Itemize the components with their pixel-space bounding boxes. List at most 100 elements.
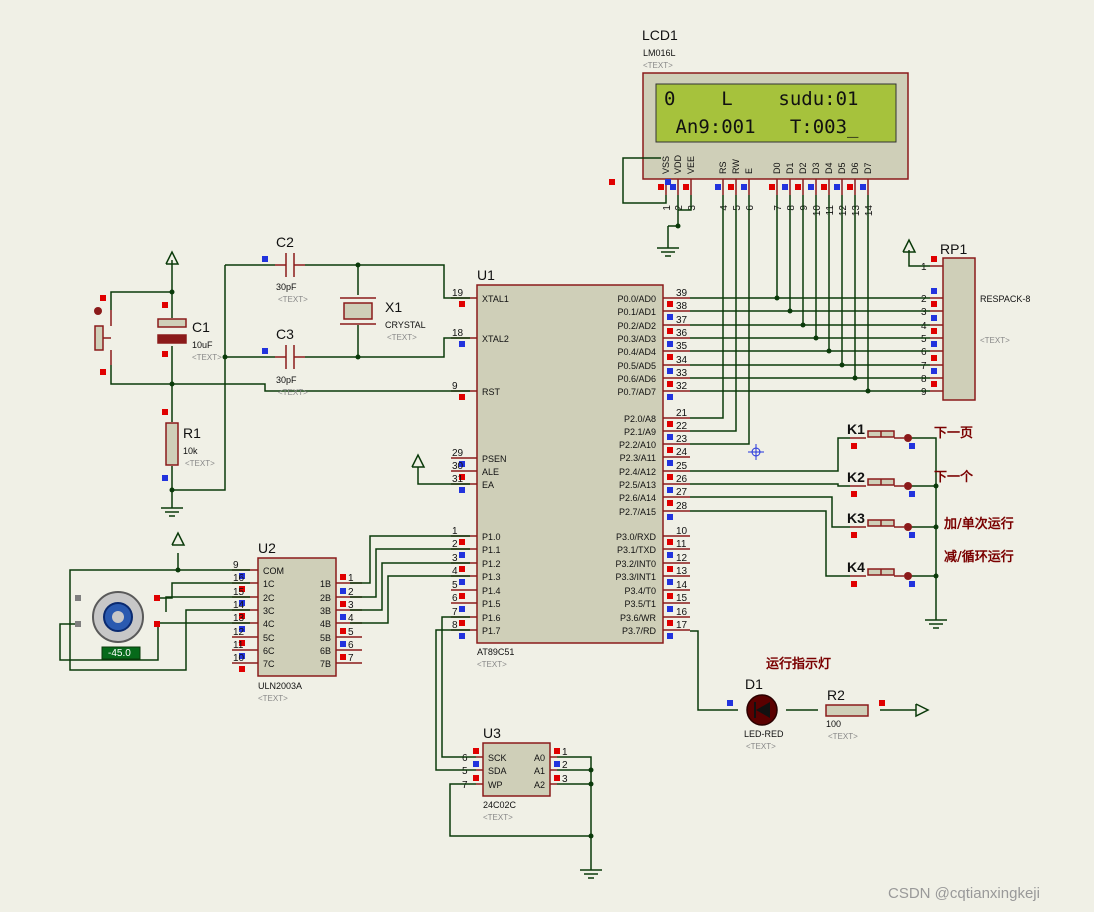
cursor-crosshair-icon [748,444,764,460]
r1-value: 10k [183,446,198,456]
reset-switch[interactable] [94,307,112,365]
lcd1-pin-name: D1 [785,162,795,174]
lcd1-text: <TEXT> [643,61,673,70]
u3-pin-name: SDA [488,766,507,776]
lcd1-pin-name: D4 [824,162,834,174]
u2-text: <TEXT> [258,694,288,703]
rp1-pin-number: 4 [921,321,927,332]
u1-pin-marker [459,341,465,347]
rp1-body [942,257,976,401]
lcd1-pin-name: RW [731,159,741,174]
rp1-pin-marker [931,368,937,374]
c2-capacitor[interactable]: C2 30pF <TEXT> [275,234,308,304]
u1-pin-number: 36 [676,328,688,339]
u1-pin-marker [667,394,673,400]
key-k2[interactable]: K2 下一个 [847,469,974,497]
u2-pin-name: 1C [263,579,275,589]
key-k4[interactable]: K4 减/循环运行 [847,549,1014,587]
pin-marker [75,595,81,601]
stepper-motor[interactable]: -45.0 [92,591,144,660]
u1-pin-name: P2.5/A13 [619,480,656,490]
lcd1-pin-number: 5 [732,205,743,211]
c3-ref: C3 [276,326,294,342]
u2-pin-name: 5B [320,633,331,643]
lcd1-pin-marker [715,184,721,190]
u1-pin-name: PSEN [482,454,507,464]
key-pin-marker [851,532,857,538]
u1-pin-name: RST [482,387,501,397]
key-k1[interactable]: K1 下一页 [847,421,973,449]
watermark: CSDN @cqtianxingkeji [888,885,1040,902]
lcd1-pin-number: 13 [851,205,862,217]
u3-24c02c[interactable]: U3 24C02C <TEXT> 6 SCK5 SDA7 WP1A02A13A2 [462,725,568,822]
u2-pin-name: 1B [320,579,331,589]
key-k3[interactable]: K3 加/单次运行 [847,510,1014,538]
u1-pin-name: P0.7/AD7 [617,387,656,397]
rp1-pins: 1 2 3 4 5 6 7 8 9 [921,256,943,398]
u1-pin-name: P1.2 [482,559,501,569]
u1-pin-marker [667,474,673,480]
x1-crystal[interactable]: X1 CRYSTAL <TEXT> [340,297,426,342]
c3-capacitor[interactable]: C3 30pF <TEXT> [275,326,308,397]
u1-pin-name: P1.0 [482,532,501,542]
u1-pin-number: 34 [676,355,688,366]
u1-pin-marker [667,341,673,347]
r1-resistor[interactable]: R1 10k <TEXT> [165,422,215,468]
lcd1-pin-number: 10 [812,205,823,217]
u2-uln2003a[interactable]: U2 ULN2003A <TEXT> 9 COM16 1C15 2C14 3C13 4C1… [232,540,362,703]
r2-resistor[interactable]: R2 100 <TEXT> [825,687,869,741]
lcd1-pin-name: RS [718,161,728,174]
u2-pin-name: 6B [320,646,331,656]
u1-pin-number: 32 [676,381,688,392]
u1-pin-name: ALE [482,467,499,477]
u1-at89c51[interactable]: U1 AT89C51 <TEXT> 19 XTAL118 XTAL29 RST29 PS… [451,267,690,669]
u1-pin-marker [459,633,465,639]
u2-ref: U2 [258,540,276,556]
u2-pin-name: 3C [263,606,275,616]
u1-pin-number: 37 [676,315,688,326]
u1-pin-name: XTAL1 [482,294,509,304]
u3-pin-marker [554,748,560,754]
lcd1-pin-name: D3 [811,162,821,174]
u1-pin-marker [667,301,673,307]
x1-value: CRYSTAL [385,320,426,330]
lcd1-pin-name: D2 [798,162,808,174]
u3-pin-marker [473,775,479,781]
u2-pin-marker [239,666,245,672]
u1-pin-number: 35 [676,341,688,352]
keys: K1 下一页 K2 下一个 K3 加/单次运行 K4 减/循环运行 [847,421,1014,587]
lcd1-pin-marker [795,184,801,190]
lcd1-model: LM016L [643,48,676,58]
u2-pin-name: 5C [263,633,275,643]
d1-ref: D1 [745,676,763,692]
c2-ref: C2 [276,234,294,250]
u1-pin-name: P1.1 [482,545,501,555]
key-label: 加/单次运行 [943,516,1014,532]
pin-marker [162,475,168,481]
u3-pin-number: 5 [462,766,468,777]
u1-pin-marker [459,301,465,307]
u1-pin-name: XTAL2 [482,334,509,344]
u1-pin-name: P0.5/AD5 [617,361,656,371]
key-pin-marker [851,443,857,449]
d1-led[interactable]: D1 LED-RED <TEXT> [744,676,784,751]
lcd1-pin-name: D6 [850,162,860,174]
rp1-pin-number: 8 [921,374,927,385]
u1-pin-name: P2.4/A12 [619,467,656,477]
lcd1-pin-marker [782,184,788,190]
lcd1-pin-name: E [744,168,754,174]
u1-pin-marker [667,552,673,558]
u1-pin-number: 39 [676,288,688,299]
u1-pin-name: P0.0/AD0 [617,294,656,304]
lcd1-pin-marker [834,184,840,190]
pin-marker [609,179,615,185]
rp1-pin-marker [931,256,937,262]
u2-pin-name: 7B [320,659,331,669]
u1-pin-name: P1.7 [482,626,501,636]
u2-pin-marker [340,641,346,647]
u1-pin-name: P0.4/AD4 [617,347,656,357]
u1-pin-marker [459,539,465,545]
rp1-respack[interactable]: RP1 RESPACK-8 <TEXT> 1 2 3 4 5 6 7 8 9 [921,241,1030,401]
lcd1[interactable]: LCD1 LM016L <TEXT> 0 L sudu:01 An9:001 T… [642,27,909,217]
pin-marker [100,369,106,375]
